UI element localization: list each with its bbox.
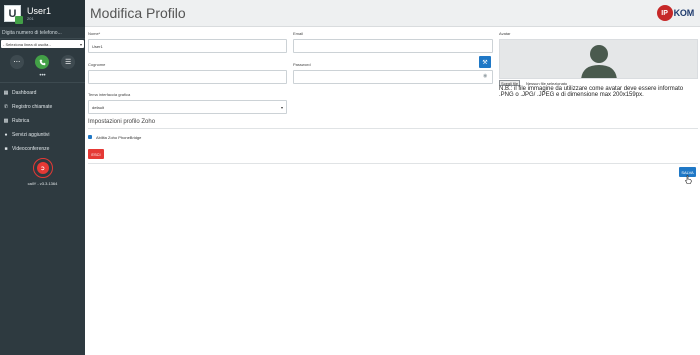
list-icon: ☰ — [65, 59, 72, 66]
book-icon: ▩ — [3, 118, 9, 124]
logout-icon: ➲ — [39, 165, 46, 172]
phone-number-input[interactable]: Digita numero di telefono... — [0, 27, 85, 39]
password-label: Password — [293, 62, 311, 67]
header: Modifica Profilo IP KOM — [85, 0, 700, 27]
video-icon: ■ — [4, 146, 8, 152]
nav-item-videoconference[interactable]: ■ Videoconferenze — [0, 142, 85, 156]
sidebar: U User1 201 Digita numero di telefono...… — [0, 0, 85, 355]
dialpad-button[interactable]: ⋯ — [9, 55, 24, 69]
zoho-checkbox-label: Abilita Zoho PhoneBridge — [96, 135, 142, 140]
dialpad-icon: ⋯ — [13, 59, 21, 66]
wrench-icon: ⚒ — [482, 59, 488, 66]
zoho-checkbox[interactable] — [88, 135, 92, 139]
chevron-down-icon: ▾ — [79, 41, 82, 47]
avatar-preview — [499, 39, 698, 79]
users-icon: ● — [4, 132, 8, 138]
page-title: Modifica Profilo — [90, 5, 186, 21]
divider — [88, 128, 698, 129]
chevron-down-icon: ▾ — [280, 104, 283, 110]
divider — [0, 82, 85, 83]
user-silhouette-icon — [581, 45, 617, 78]
name-field[interactable]: User1 — [88, 39, 287, 53]
generate-password-button[interactable]: ⚒ — [479, 56, 491, 68]
contacts-button[interactable]: ☰ — [61, 55, 76, 69]
nav-item-phonebook[interactable]: ▩ Rubrica — [0, 114, 85, 128]
name-label: Nome* — [88, 31, 101, 36]
nav-item-call-log[interactable]: ✆ Registro chiamate — [0, 100, 85, 114]
outgoing-line-select[interactable]: - Seleziona linea di uscita - ▾ — [1, 40, 84, 48]
avatar-note: N.B.: il file immagine da utilizzare com… — [499, 86, 684, 98]
dashboard-icon: ▦ — [3, 90, 9, 96]
more-icon[interactable]: ••• — [0, 73, 85, 79]
phone-icon — [39, 59, 46, 65]
hand-cursor-icon — [685, 175, 692, 184]
avatar-label: Avatar — [499, 31, 511, 36]
nav-item-services[interactable]: ● Servizi aggiuntivi — [0, 128, 85, 142]
profile-form: Nome* User1 Email Avatar Scegli file Nes… — [85, 27, 700, 355]
eye-icon[interactable]: ◉ — [483, 73, 487, 79]
call-button[interactable] — [35, 55, 50, 69]
password-field[interactable] — [293, 70, 493, 84]
email-label: Email — [293, 31, 304, 36]
zoho-section-title: Impostazioni profilo Zoho — [88, 119, 156, 125]
phone-icon: ✆ — [3, 104, 9, 110]
email-field[interactable] — [293, 39, 493, 53]
theme-label: Tema interfaccia grafica — [88, 92, 131, 97]
online-status-icon — [15, 16, 23, 24]
logout-button[interactable]: ➲ — [32, 158, 53, 178]
exit-button[interactable]: ESCI — [88, 149, 104, 159]
surname-label: Cognome — [88, 62, 106, 67]
nav-item-dashboard[interactable]: ▦ Dashboard — [0, 86, 85, 100]
divider — [88, 163, 698, 164]
theme-select[interactable]: default ▾ — [88, 100, 287, 114]
user-avatar[interactable]: U — [4, 5, 23, 24]
user-name: User1 — [27, 5, 52, 16]
user-box: U User1 201 — [0, 0, 85, 27]
surname-field[interactable] — [88, 70, 287, 84]
user-extension: 201 — [27, 15, 34, 21]
brand-logo: IP KOM — [656, 5, 694, 21]
app-version: callY - v3.3.1364 — [27, 181, 58, 186]
